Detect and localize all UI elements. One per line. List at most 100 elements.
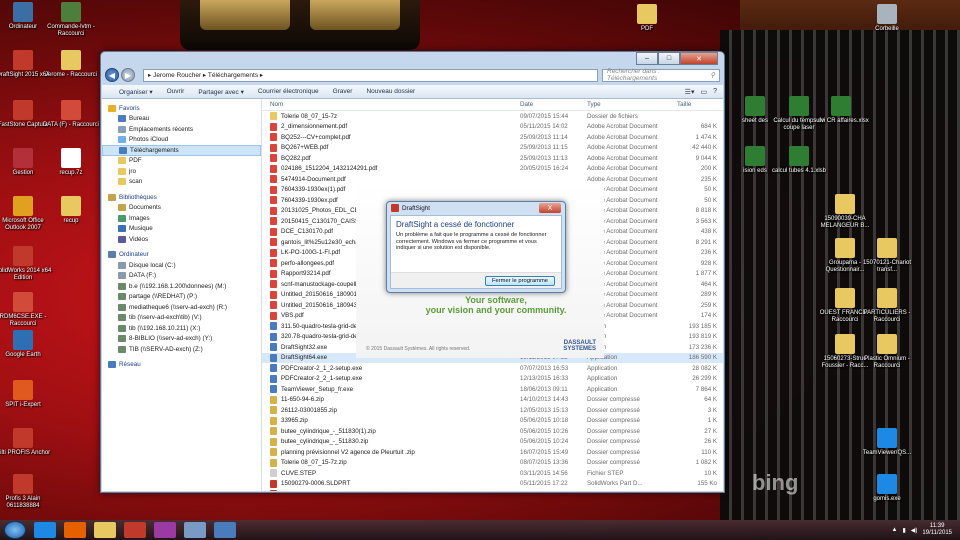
error-dialog[interactable]: DraftSight X DraftSight a cessé de fonct… [386, 201, 566, 293]
file-row[interactable]: 15090279-0030.SLDPRT05/11/2015 14:31Soli… [262, 489, 723, 491]
nav-item[interactable]: tib (\\serv-ad-exch\tib) (V:) [102, 313, 261, 324]
nav-item[interactable]: Emplacements récents [102, 124, 261, 135]
nav-item[interactable]: Images [102, 213, 261, 224]
left-desktop-icon[interactable]: recup [42, 196, 100, 225]
nav-item[interactable]: scan [102, 177, 261, 188]
left-desktop-icon[interactable]: Profis 3 Alain 0611838884 [0, 474, 52, 510]
nav-item[interactable]: TIB (\\SERV-AD-exch) (Z:) [102, 344, 261, 355]
ie-icon[interactable] [34, 522, 56, 538]
file-row[interactable]: TeamViewer_Setup_fr.exe 18/06/2013 09:11 A… [262, 384, 723, 395]
search-input[interactable]: Rechercher dans : Téléchargements ⚲ [602, 68, 720, 82]
forward-arrow-icon[interactable]: ▶ [121, 68, 135, 82]
file-row[interactable]: BQ252---CV+complet.pdf 25/09/2013 11:14 Ad… [262, 132, 723, 143]
column-header-date[interactable]: Date [520, 101, 587, 108]
file-row[interactable]: BQ267+WEB.pdf 25/09/2013 11:15 Adobe Acrob… [262, 143, 723, 154]
right-desktop-icon[interactable]: PDF [618, 4, 676, 33]
nav-item[interactable]: Disque local (C:) [102, 260, 261, 271]
burn-button[interactable]: Graver [326, 88, 360, 95]
view-options-icon[interactable]: ☰▾ [685, 88, 695, 96]
left-desktop-icon[interactable]: SPIT i-Expert [0, 380, 52, 409]
nav-item[interactable]: Musique [102, 224, 261, 235]
nav-item[interactable]: Téléchargements [102, 145, 261, 156]
help-icon[interactable]: ? [713, 88, 717, 96]
column-header-type[interactable]: Type [587, 101, 677, 108]
file-row[interactable]: 33965.zip 05/06/2015 10:18 Dossier compres… [262, 416, 723, 427]
firefox-icon[interactable] [64, 522, 86, 538]
nav-item[interactable]: Réseau [102, 360, 261, 371]
file-row[interactable]: BQ282.pdf 25/09/2013 11:13 Adobe Acrobat D… [262, 153, 723, 164]
file-row[interactable]: 26112-03001855.zip 12/05/2013 15:13 Dossie… [262, 405, 723, 416]
right-desktop-icon[interactable]: Plastic Omnium - Raccourci [858, 334, 916, 370]
file-row[interactable]: butee_cylindrique_-_511830(1).zip 05/06/2… [262, 426, 723, 437]
volume-icon[interactable]: ◀) [911, 527, 918, 534]
nav-item[interactable]: Favoris [102, 103, 261, 114]
nav-item[interactable]: DATA (F:) [102, 271, 261, 282]
draftsight-icon[interactable] [214, 522, 236, 538]
address-bar[interactable]: ▸ Jerome Roucher ▸ Téléchargements ▸ [143, 68, 598, 82]
nav-item[interactable]: mediatheque6 (\\serv-ad-exch) (R:) [102, 302, 261, 313]
left-desktop-icon[interactable]: Google Earth [0, 330, 52, 359]
file-row[interactable]: 024186_1512204_1432124291.pdf 20/05/2015 … [262, 164, 723, 175]
share-button[interactable]: Partager avec ▾ [191, 88, 251, 96]
right-desktop-icon[interactable]: PARTICULIERS - Raccourci [858, 288, 916, 324]
left-desktop-icon[interactable]: Jerome - Raccourci [42, 50, 100, 79]
clock[interactable]: 11:39 19/11/2015 [922, 523, 952, 537]
right-desktop-icon[interactable]: Corbeille [858, 4, 916, 33]
file-row[interactable]: 11-650-94-6.zip 14/10/2013 14:43 Dossier c… [262, 395, 723, 406]
file-row[interactable]: planning prévisionnel V2 agence de Pleur… [262, 447, 723, 458]
left-desktop-icon[interactable]: Commande-lvtm - Raccourci [42, 2, 100, 38]
file-row[interactable]: Tolerie 08_07_15-7z.zip 08/07/2015 13:36 D… [262, 458, 723, 469]
right-desktop-icon[interactable]: 15090039-CHA MELANGEUR B... [816, 194, 874, 230]
left-desktop-icon[interactable]: Hilti PROFIS Anchor [0, 428, 52, 457]
left-desktop-icon[interactable]: DATA (F) - Raccourci [42, 100, 100, 129]
left-desktop-icon[interactable]: RDM6CSE.EXE - Raccourci [0, 292, 52, 328]
right-desktop-icon[interactable]: gomis.exe [858, 474, 916, 503]
file-row[interactable]: butee_cylindrique_-_511830.zip 05/06/2015… [262, 437, 723, 448]
nav-item[interactable]: b.e (\\192.168.1.200\donnees) (M:) [102, 281, 261, 292]
file-row[interactable]: Tolerie 08_07_15-7z 09/07/2015 15:44 Dossi… [262, 111, 723, 122]
navigation-pane[interactable]: Favoris Bureau Emplacements récents Photos … [102, 99, 262, 491]
new-folder-button[interactable]: Nouveau dossier [359, 88, 422, 95]
open-button[interactable]: Ouvrir [160, 88, 192, 95]
left-desktop-icon[interactable]: SolidWorks 2014 x64 Edition [0, 246, 52, 282]
close-program-button[interactable]: Fermer le programme [485, 276, 555, 286]
right-desktop-icon[interactable]: 15070121-Chariot transf... [858, 238, 916, 274]
left-desktop-icon[interactable]: recup.7z [42, 148, 100, 177]
file-row[interactable]: 2_dimensionnement.pdf 05/11/2015 14:02 Ado… [262, 122, 723, 133]
preview-pane-icon[interactable]: ▭ [700, 88, 707, 96]
nav-item[interactable]: tib (\\192.168.10.211) (X:) [102, 323, 261, 334]
start-button[interactable] [4, 521, 26, 539]
right-desktop-icon[interactable]: calcul tubes 4.1.xlsb [770, 146, 828, 175]
nav-item[interactable]: PDF [102, 156, 261, 167]
nav-item[interactable]: partage (\\REDHAT) (P:) [102, 292, 261, 303]
nav-item[interactable]: Bureau [102, 114, 261, 125]
nav-item[interactable]: Vidéos [102, 234, 261, 245]
email-button[interactable]: Courrier électronique [251, 88, 326, 95]
nav-item[interactable]: jro [102, 166, 261, 177]
column-header-size[interactable]: Taille [677, 101, 717, 108]
minimize-button[interactable]: – [636, 52, 658, 65]
file-row[interactable]: 15090279-0006.SLDPRT 05/11/2015 17:22 Soli… [262, 479, 723, 490]
right-desktop-icon[interactable]: TeamViewer/QS... [858, 428, 916, 457]
file-row[interactable]: PDFCreator-2_1_2-setup.exe 07/07/2013 16:… [262, 363, 723, 374]
explorer-icon[interactable] [94, 522, 116, 538]
back-arrow-icon[interactable]: ◀ [105, 68, 119, 82]
organize-button[interactable]: Organiser ▾ [112, 88, 160, 96]
notification-arrow-icon[interactable]: ▲ [892, 527, 898, 533]
nav-item[interactable]: Photos iCloud [102, 135, 261, 146]
column-header-name[interactable]: Nom [262, 101, 520, 108]
close-button[interactable]: ✕ [680, 52, 718, 65]
dialog-close-button[interactable]: X [539, 203, 561, 213]
nav-item[interactable]: Documents [102, 203, 261, 214]
maximize-button[interactable]: □ [658, 52, 680, 65]
solidworks-icon[interactable] [124, 522, 146, 538]
file-row[interactable]: PDFCreator-2_2_1-setup.exe 12/13/2015 16:… [262, 374, 723, 385]
nav-item[interactable]: 8-BIBLIO (\\serv-ad-exch) (Y:) [102, 334, 261, 345]
app-icon[interactable] [154, 522, 176, 538]
notepad-icon[interactable] [184, 522, 206, 538]
nav-item[interactable]: Ordinateur [102, 250, 261, 261]
right-desktop-icon[interactable]: suivi CR affaires.xlsx [812, 96, 870, 125]
nav-item[interactable]: Bibliothèques [102, 192, 261, 203]
network-icon[interactable]: ▮ [902, 527, 905, 534]
file-row[interactable]: CUVE.STEP 03/11/2015 14:56 Fichier STEP 10 … [262, 468, 723, 479]
